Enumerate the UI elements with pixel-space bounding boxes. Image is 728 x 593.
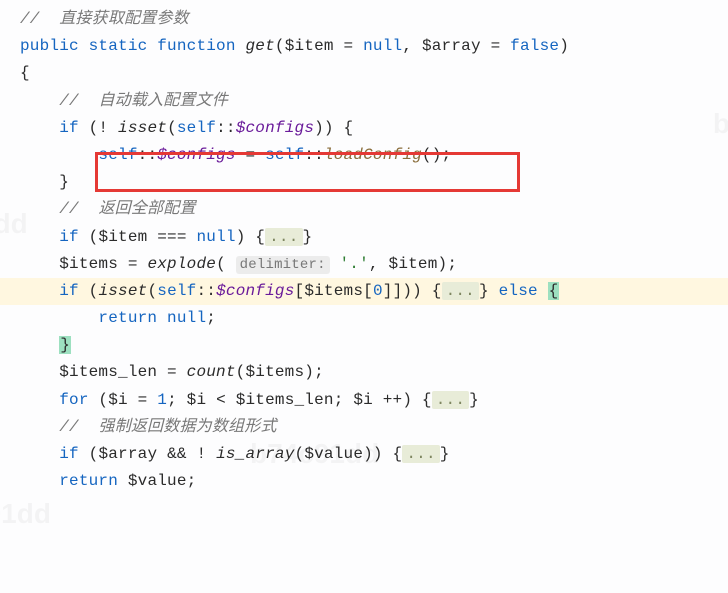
fold-indicator[interactable]: ... bbox=[442, 282, 479, 300]
fold-indicator[interactable]: ... bbox=[402, 445, 439, 463]
code-editor[interactable]: // 直接获取配置参数 public static function get($… bbox=[0, 0, 728, 501]
fold-indicator[interactable]: ... bbox=[432, 391, 469, 409]
parameter-hint: delimiter: bbox=[236, 256, 330, 274]
matched-brace: } bbox=[59, 336, 71, 354]
matched-brace: { bbox=[548, 282, 560, 300]
fold-indicator[interactable]: ... bbox=[265, 228, 302, 246]
